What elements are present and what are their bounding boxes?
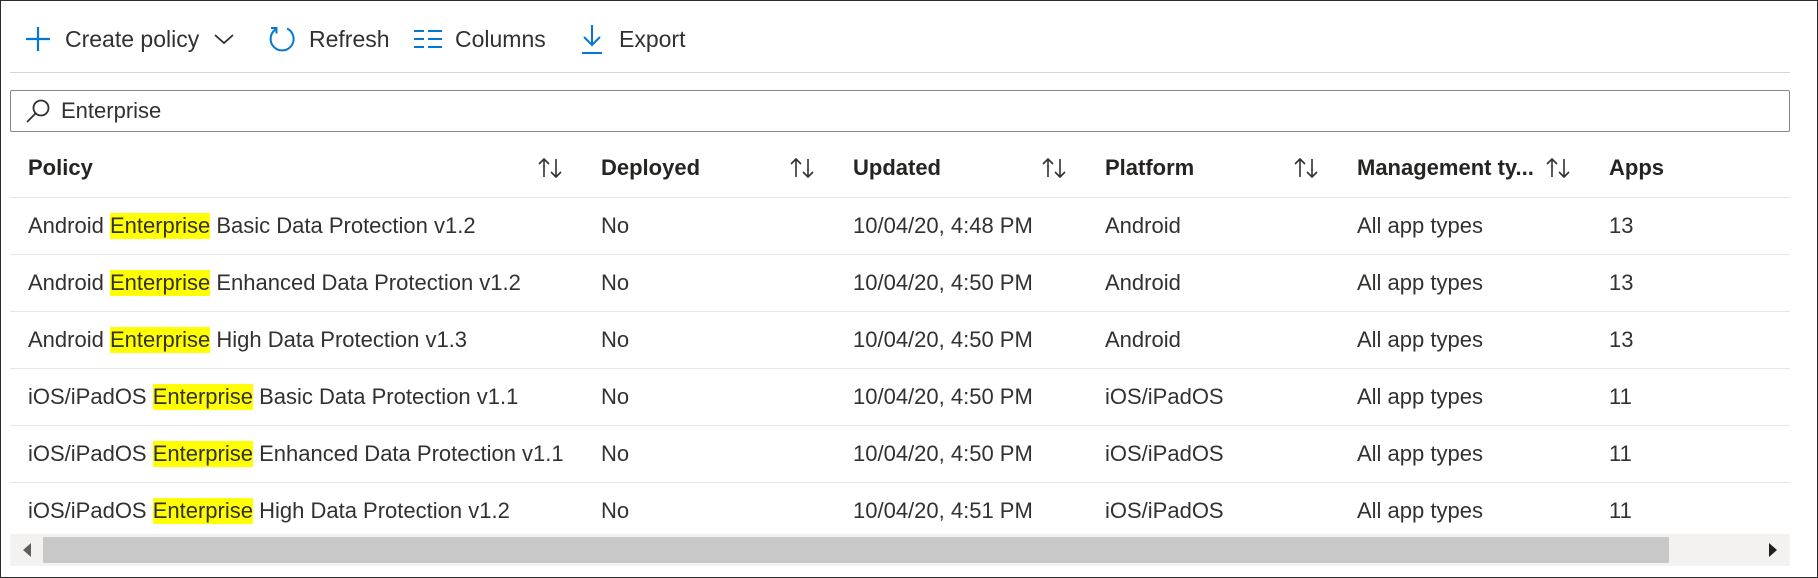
policy-name-cell[interactable]: iOS/iPadOS Enterprise Basic Data Protect… <box>28 369 518 425</box>
apps-cell: 11 <box>1609 498 1632 523</box>
create-policy-label: Create policy <box>65 25 200 52</box>
column-header-apps[interactable]: Apps <box>1609 139 1664 197</box>
sort-icon[interactable] <box>537 139 563 197</box>
sort-icon[interactable] <box>1041 139 1067 197</box>
deployed-cell: No <box>601 270 630 295</box>
policy-name-prefix: iOS/iPadOS <box>28 384 153 409</box>
columns-label: Columns <box>455 25 546 52</box>
refresh-label: Refresh <box>309 25 390 52</box>
policy-name-prefix: iOS/iPadOS <box>28 441 153 466</box>
search-highlight: Enterprise <box>109 213 211 239</box>
updated-cell: 10/04/20, 4:50 PM <box>853 441 1033 466</box>
table-header-row: Policy Deployed Updated Platform Managem… <box>10 139 1790 198</box>
column-header-policy[interactable]: Policy <box>28 139 93 197</box>
deployed-cell: No <box>601 213 630 238</box>
sort-icon[interactable] <box>789 139 815 197</box>
management-type-cell: All app types <box>1357 384 1483 409</box>
updated-cell: 10/04/20, 4:50 PM <box>853 270 1033 295</box>
management-type-cell: All app types <box>1357 498 1483 523</box>
table-row[interactable]: Android Enterprise High Data Protection … <box>10 312 1790 369</box>
scrollbar-thumb[interactable] <box>43 537 1669 563</box>
toolbar-divider <box>10 72 1790 73</box>
table-row[interactable]: iOS/iPadOS Enterprise Enhanced Data Prot… <box>10 426 1790 483</box>
refresh-icon <box>265 22 299 56</box>
scroll-left-icon[interactable] <box>18 541 36 559</box>
deployed-cell: No <box>601 498 630 523</box>
deployed-cell: No <box>601 327 630 352</box>
policy-name-suffix: Basic Data Protection v1.1 <box>253 384 519 409</box>
policy-table: Policy Deployed Updated Platform Managem… <box>10 139 1790 539</box>
policy-name-cell[interactable]: iOS/iPadOS Enterprise High Data Protecti… <box>28 483 510 539</box>
export-button[interactable]: Export <box>575 19 685 59</box>
search-icon <box>23 96 53 126</box>
management-type-cell: All app types <box>1357 270 1483 295</box>
sort-icon[interactable] <box>1545 139 1571 197</box>
updated-cell: 10/04/20, 4:48 PM <box>853 213 1033 238</box>
policy-name-cell[interactable]: Android Enterprise Basic Data Protection… <box>28 198 476 254</box>
policy-name-cell[interactable]: iOS/iPadOS Enterprise Enhanced Data Prot… <box>28 426 564 482</box>
apps-cell: 13 <box>1609 270 1634 295</box>
platform-cell: iOS/iPadOS <box>1105 441 1224 466</box>
apps-cell: 11 <box>1609 384 1632 409</box>
command-bar: Create policy Refresh Columns Export <box>1 1 1817 73</box>
updated-cell: 10/04/20, 4:50 PM <box>853 384 1033 409</box>
search-highlight: Enterprise <box>109 327 211 353</box>
policy-name-cell[interactable]: Android Enterprise High Data Protection … <box>28 312 467 368</box>
policy-name-prefix: iOS/iPadOS <box>28 498 153 523</box>
table-row[interactable]: Android Enterprise Basic Data Protection… <box>10 198 1790 255</box>
policy-name-suffix: Basic Data Protection v1.2 <box>210 213 476 238</box>
policy-name-suffix: High Data Protection v1.3 <box>210 327 468 352</box>
management-type-cell: All app types <box>1357 441 1483 466</box>
download-icon <box>575 22 609 56</box>
plus-icon <box>21 22 55 56</box>
platform-cell: Android <box>1105 270 1181 295</box>
columns-button[interactable]: Columns <box>411 19 546 59</box>
export-label: Export <box>619 25 686 52</box>
search-box[interactable] <box>10 90 1790 132</box>
policy-name-prefix: Android <box>28 270 110 295</box>
chevron-down-icon[interactable] <box>213 32 235 46</box>
apps-cell: 11 <box>1609 441 1632 466</box>
platform-cell: iOS/iPadOS <box>1105 384 1224 409</box>
column-header-updated[interactable]: Updated <box>853 139 941 197</box>
column-header-platform[interactable]: Platform <box>1105 139 1194 197</box>
search-highlight: Enterprise <box>152 498 253 524</box>
policy-name-cell[interactable]: Android Enterprise Enhanced Data Protect… <box>28 255 521 311</box>
apps-cell: 13 <box>1609 213 1634 238</box>
policy-name-suffix: Enhanced Data Protection v1.2 <box>210 270 521 295</box>
column-header-deployed[interactable]: Deployed <box>601 139 700 197</box>
policy-name-prefix: Android <box>28 213 110 238</box>
policy-name-prefix: Android <box>28 327 110 352</box>
search-highlight: Enterprise <box>152 441 253 467</box>
refresh-button[interactable]: Refresh <box>265 19 390 59</box>
scroll-right-icon[interactable] <box>1764 541 1782 559</box>
search-highlight: Enterprise <box>109 270 211 296</box>
management-type-cell: All app types <box>1357 213 1483 238</box>
sort-icon[interactable] <box>1293 139 1319 197</box>
updated-cell: 10/04/20, 4:50 PM <box>853 327 1033 352</box>
table-row[interactable]: iOS/iPadOS Enterprise Basic Data Protect… <box>10 369 1790 426</box>
create-policy-button[interactable]: Create policy <box>21 19 235 59</box>
table-row[interactable]: iOS/iPadOS Enterprise High Data Protecti… <box>10 483 1790 539</box>
policy-name-suffix: Enhanced Data Protection v1.1 <box>253 441 564 466</box>
management-type-cell: All app types <box>1357 327 1483 352</box>
column-header-management-type[interactable]: Management ty... <box>1357 139 1534 197</box>
platform-cell: Android <box>1105 327 1181 352</box>
search-input[interactable] <box>61 98 1661 124</box>
deployed-cell: No <box>601 441 630 466</box>
platform-cell: Android <box>1105 213 1181 238</box>
updated-cell: 10/04/20, 4:51 PM <box>853 498 1033 523</box>
deployed-cell: No <box>601 384 630 409</box>
policy-list-panel: Create policy Refresh Columns Export Ent… <box>0 0 1818 578</box>
columns-icon <box>411 22 445 56</box>
table-row[interactable]: Android Enterprise Enhanced Data Protect… <box>10 255 1790 312</box>
policy-name-suffix: High Data Protection v1.2 <box>253 498 510 523</box>
horizontal-scrollbar[interactable] <box>10 534 1790 566</box>
apps-cell: 13 <box>1609 327 1634 352</box>
search-highlight: Enterprise <box>152 384 253 410</box>
platform-cell: iOS/iPadOS <box>1105 498 1224 523</box>
